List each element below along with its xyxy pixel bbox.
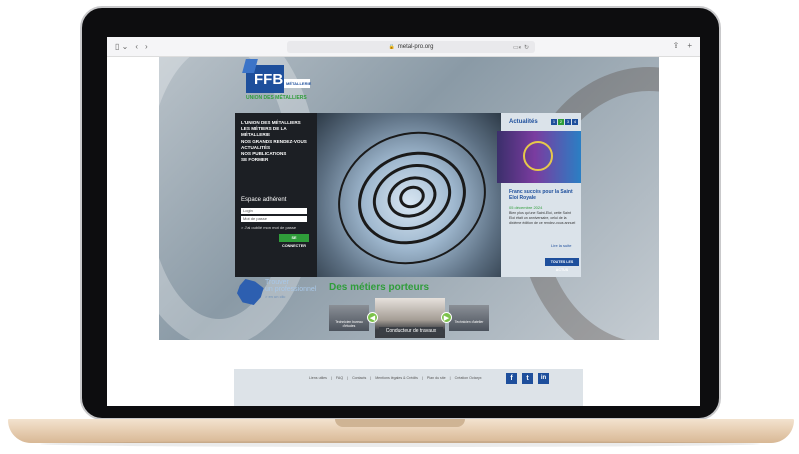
footer-link[interactable]: Contacts <box>352 376 366 380</box>
site-footer: Liens utiles | FAQ | Contacts | Mentions lé… <box>234 369 583 406</box>
careers-title: Des métiers porteurs <box>329 282 430 293</box>
website: FFB MÉTALLERIE UNION DES MÉTALLIERS L'UN… <box>159 57 659 340</box>
login-field[interactable]: Login <box>241 208 307 214</box>
hero-image <box>317 113 501 277</box>
logo-metallerie: MÉTALLERIE <box>284 79 312 88</box>
careers-carousel: Technicien bureau d'études Conducteur de… <box>329 298 491 338</box>
news-title: Actualités <box>509 119 538 125</box>
career-slide[interactable]: Technicien d'atelier <box>449 305 489 331</box>
share-icon[interactable]: ⇪ <box>673 41 680 50</box>
footer-link[interactable]: Mentions légales & Crédits <box>375 376 418 380</box>
news-page-4[interactable]: 4 <box>572 119 578 125</box>
lock-icon: 🔒 <box>388 44 395 50</box>
ffb-logo[interactable]: FFB MÉTALLERIE UNION DES MÉTALLIERS <box>246 65 312 105</box>
finder-line1: Trouver <box>265 279 289 286</box>
news-pager: 1 2 3 4 <box>551 119 578 125</box>
news-page-3[interactable]: 3 <box>565 119 571 125</box>
logo-ffb: FFB <box>246 65 284 93</box>
menu-item-metiers[interactable]: LES MÉTIERS DE LA MÉTALLERIE <box>241 126 311 138</box>
reader-reload-icons[interactable]: ▭◐ ↻ <box>513 44 529 51</box>
forward-icon[interactable]: › <box>145 42 148 51</box>
connect-button[interactable]: SE CONNECTER <box>279 234 309 248</box>
finder-line3: > en un clic <box>265 294 286 299</box>
career-slide-active[interactable]: Conducteur de travaux <box>375 298 445 338</box>
find-professional-link[interactable]: Trouver un professionnel > en un clic <box>265 279 316 300</box>
news-page-2[interactable]: 2 <box>558 119 564 125</box>
linkedin-icon[interactable]: in <box>538 373 549 384</box>
login-title: Espace adhérent <box>241 197 287 203</box>
laptop-shadow <box>40 441 760 447</box>
carousel-next-icon[interactable]: ▶ <box>441 312 452 323</box>
password-field[interactable]: Mot de passe <box>241 216 307 222</box>
laptop-mockup: ▯ ⌄ ‹ › 🔒 metal-pro.org ▭◐ ↻ ⇪ + FFB MÉT… <box>0 0 799 454</box>
logo-union: UNION DES MÉTALLIERS <box>246 95 307 101</box>
footer-link[interactable]: Création Octaryx <box>455 376 482 380</box>
menu-item-se-former[interactable]: SE FORMER <box>241 157 311 163</box>
twitter-icon[interactable]: t <box>522 373 533 384</box>
all-news-button[interactable]: TOUTES LES ACTUS <box>545 258 579 272</box>
footer-link[interactable]: Plan du site <box>427 376 446 380</box>
news-image[interactable] <box>497 131 581 183</box>
footer-link[interactable]: Liens utiles <box>309 376 327 380</box>
reader-icon[interactable]: ▭◐ <box>513 45 522 51</box>
news-panel: Actualités 1 2 3 4 Franc succès pour la … <box>497 113 581 277</box>
carousel-prev-icon[interactable]: ◀ <box>367 312 378 323</box>
read-more-link[interactable]: Lire la suite <box>551 243 571 248</box>
sidebar-toggle-icon[interactable]: ▯ ⌄ <box>115 42 128 51</box>
laptop-notch <box>335 419 465 427</box>
address-bar[interactable]: 🔒 metal-pro.org ▭◐ ↻ <box>287 41 535 53</box>
news-page-1[interactable]: 1 <box>551 119 557 125</box>
news-body: Bien plus qu'une Saint-Eloi, cette Saint… <box>509 211 576 225</box>
footer-link[interactable]: FAQ <box>336 376 343 380</box>
career-slide-label: Conducteur de travaux <box>379 327 443 335</box>
news-headline[interactable]: Franc succès pour la Saint Eloi Royale <box>509 189 577 201</box>
news-date: 05 décembre 2024 <box>509 205 543 210</box>
browser-toolbar: ▯ ⌄ ‹ › 🔒 metal-pro.org ▭◐ ↻ ⇪ + <box>107 37 700 57</box>
forgot-password-link[interactable]: > J'ai oublié mon mot de passe <box>241 225 296 230</box>
new-tab-icon[interactable]: + <box>687 41 692 50</box>
finder-line2: un professionnel <box>265 286 317 293</box>
career-slide[interactable]: Technicien bureau d'études <box>329 305 369 331</box>
browser-window: ▯ ⌄ ‹ › 🔒 metal-pro.org ▭◐ ↻ ⇪ + FFB MÉT… <box>107 37 700 406</box>
facebook-icon[interactable]: f <box>506 373 517 384</box>
reload-icon[interactable]: ↻ <box>524 45 529 51</box>
back-icon[interactable]: ‹ <box>135 42 138 51</box>
menu-item-rendez-vous[interactable]: NOS GRANDS RENDEZ-VOUS <box>241 139 311 145</box>
main-menu: L'UNION DES MÉTALLIERS LES MÉTIERS DE LA… <box>235 113 317 277</box>
url-text: metal-pro.org <box>397 44 434 50</box>
